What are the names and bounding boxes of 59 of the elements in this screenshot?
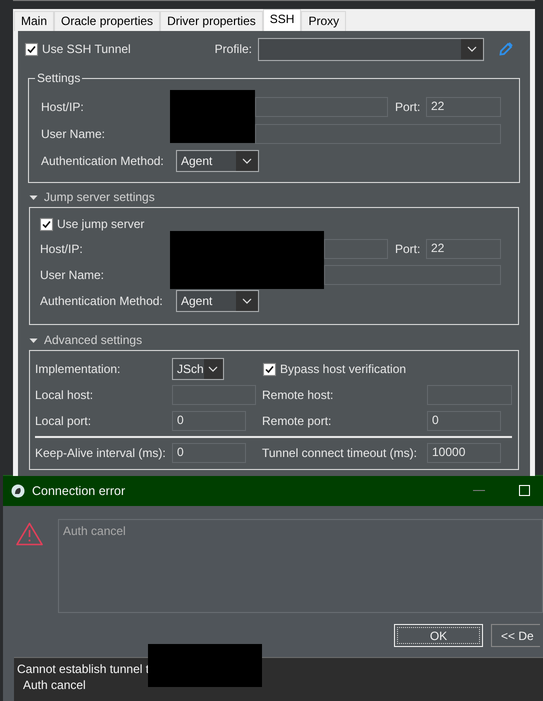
field-label: Port: (395, 100, 422, 114)
field-label: Keep-Alive interval (ms): (35, 446, 167, 460)
text-field[interactable]: 0 (172, 443, 246, 463)
dropdown[interactable]: JSch (172, 358, 224, 380)
field-label: Remote port: (262, 414, 332, 428)
field-label: User Name: (41, 126, 106, 140)
field-label: Local port: (35, 414, 92, 428)
text-field[interactable] (324, 239, 388, 259)
details-line: Auth cancel (22, 677, 86, 693)
maximize-icon[interactable] (519, 485, 530, 496)
app-logo-icon (12, 484, 24, 498)
window-title: Connection error (32, 484, 126, 498)
checkbox-label: Bypass host verification (280, 362, 406, 376)
section-title: Advanced settings (44, 333, 142, 347)
collapse-triangle-icon[interactable] (29, 192, 38, 202)
chevron-down-icon (467, 46, 477, 52)
field-label: Remote host: (262, 388, 334, 402)
dropdown[interactable]: Agent (176, 290, 259, 312)
details-button[interactable]: << De (491, 624, 540, 647)
field-label: User Name: (40, 268, 106, 282)
tab[interactable]: Driver properties (160, 11, 263, 31)
text-field[interactable]: 0 (172, 411, 246, 431)
chevron-down-icon (242, 158, 252, 164)
checkbox-label: Use SSH Tunnel (42, 42, 131, 56)
chevron-down-icon (242, 298, 252, 304)
field-label: Profile: (214, 42, 252, 56)
ok-button[interactable]: OK (394, 624, 483, 647)
profile-dropdown[interactable] (258, 38, 484, 60)
field-label: Authentication Method: (41, 154, 165, 168)
field-label: Port: (395, 242, 422, 256)
text-field[interactable] (255, 96, 388, 116)
tab[interactable]: Proxy (301, 11, 346, 31)
checkbox[interactable] (40, 218, 53, 230)
dropdown[interactable]: Agent (176, 150, 259, 172)
group-title: Settings (35, 71, 82, 85)
message-box: Auth cancel (58, 519, 543, 613)
field-label: Tunnel connect timeout (ms): (262, 446, 418, 460)
text-field[interactable]: 10000 (427, 443, 501, 463)
tab[interactable]: Oracle properties (54, 11, 160, 31)
tab[interactable]: SSH (262, 9, 302, 31)
collapse-triangle-icon[interactable] (29, 336, 38, 344)
field-label: Host/IP: (41, 100, 85, 114)
text-field[interactable]: 0 (427, 411, 501, 431)
checkbox[interactable] (263, 362, 276, 376)
pencil-icon[interactable] (499, 42, 513, 56)
checkbox-label: Use jump server (57, 217, 144, 231)
field-label: Authentication Method: (40, 294, 164, 308)
tab[interactable]: Main (14, 11, 54, 31)
checkbox[interactable] (25, 42, 38, 56)
field-label: Host/IP: (40, 242, 84, 256)
section-title: Jump server settings (44, 190, 155, 204)
warning-icon (16, 522, 43, 546)
text-field[interactable] (324, 265, 501, 285)
chevron-down-icon (208, 366, 218, 372)
field-label: Local host: (35, 388, 94, 402)
text-field[interactable]: 22 (426, 96, 501, 116)
field-label: Implementation: (35, 362, 122, 376)
text-field[interactable]: 22 (426, 239, 501, 259)
text-field[interactable] (255, 124, 501, 144)
